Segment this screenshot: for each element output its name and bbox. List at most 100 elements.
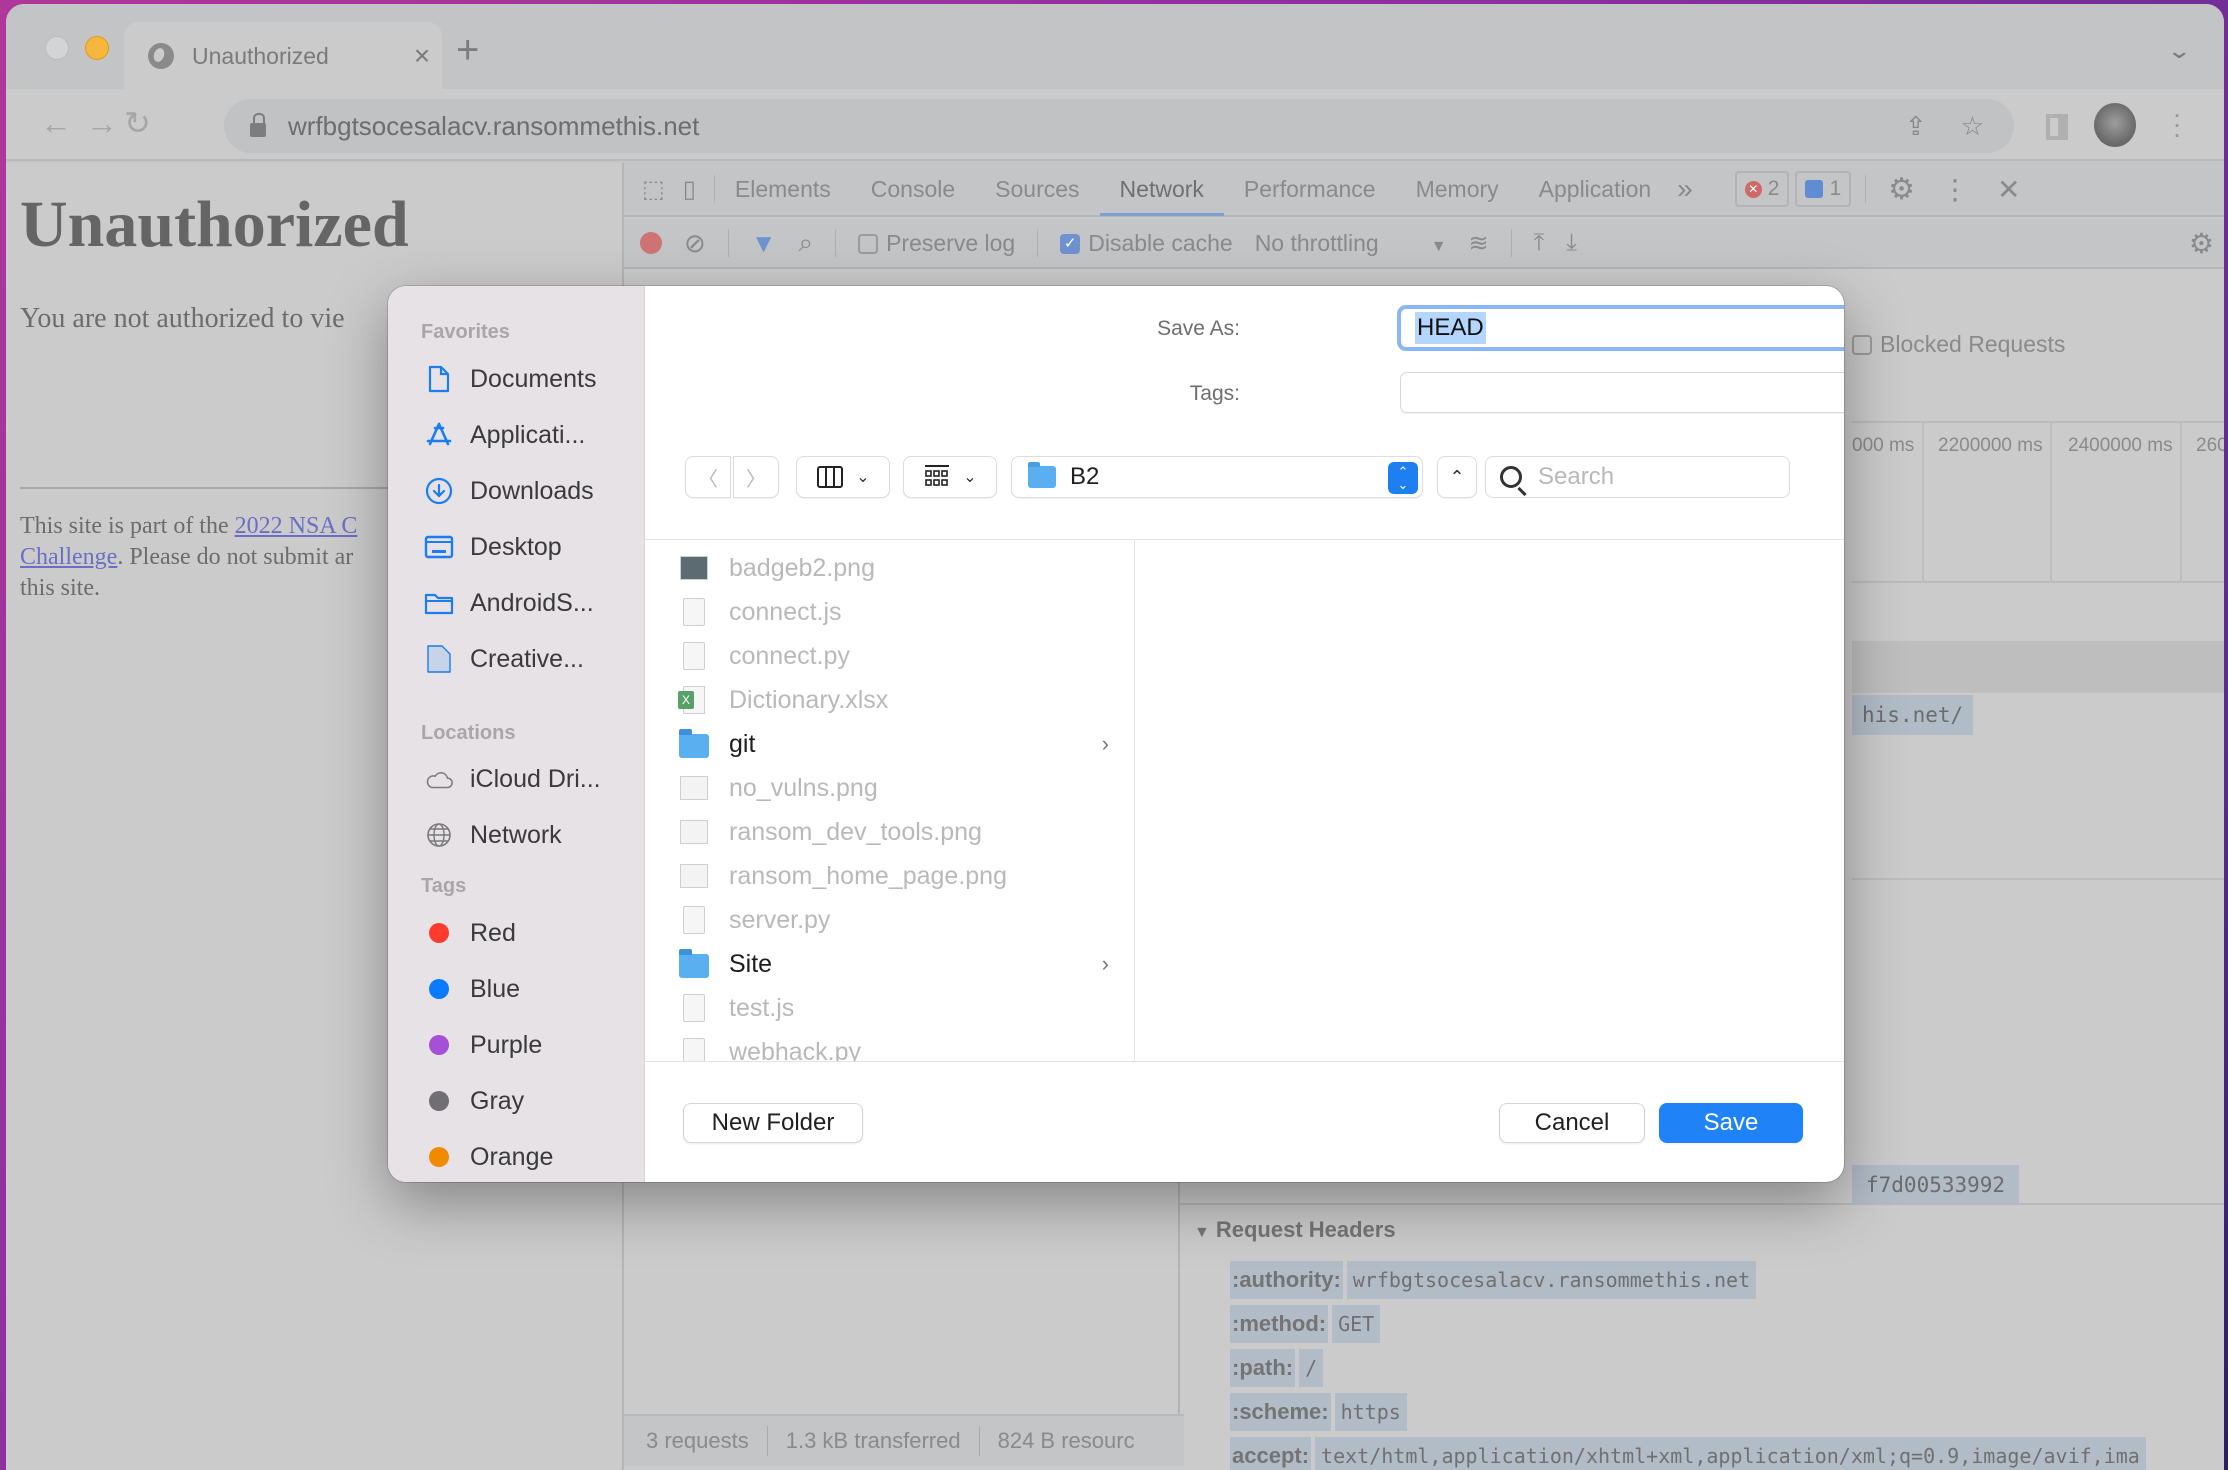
file-item[interactable]: Dictionary.xlsx <box>678 678 1109 722</box>
resource-size: 824 B resourc <box>997 1428 1135 1453</box>
sidebar-tag-purple[interactable]: Purple <box>424 1025 542 1065</box>
search-icon <box>1500 466 1522 488</box>
import-har-icon[interactable]: ⤒ <box>1534 229 1545 257</box>
sidebar-item-creative[interactable]: Creative... <box>424 639 584 679</box>
more-tabs-icon[interactable]: » <box>1677 173 1693 205</box>
sidebar-item-documents[interactable]: Documents <box>424 359 596 399</box>
tab-strip: Unauthorized × + ⌄ <box>6 4 2224 90</box>
side-panel-icon[interactable] <box>2046 114 2068 140</box>
address-bar[interactable]: wrfbgtsocesalacv.ransommethis.net ⇪ ☆ <box>224 99 2014 153</box>
new-tab-button[interactable]: + <box>456 30 479 70</box>
file-item[interactable]: badgeb2.png <box>679 546 1109 590</box>
challenge-link[interactable]: 2022 NSA C <box>235 513 358 539</box>
browser-tab[interactable]: Unauthorized × <box>124 22 442 90</box>
sidebar-item-downloads[interactable]: Downloads <box>424 471 594 511</box>
settings-gear-icon[interactable]: ⚙ <box>1888 172 1915 207</box>
footer-mid: . Please do not submit ar <box>117 544 354 570</box>
error-count-badge[interactable]: ✕ 2 <box>1734 171 1790 207</box>
sidebar-item-icloud[interactable]: iCloud Dri... <box>424 759 601 799</box>
globe-icon <box>148 43 174 69</box>
device-toolbar-icon[interactable]: ▯ <box>683 175 696 204</box>
tab-search-icon[interactable]: ⌄ <box>2166 38 2192 64</box>
browser-menu-icon[interactable]: · · · <box>2172 100 2182 148</box>
share-icon[interactable]: ⇪ <box>1905 111 1927 142</box>
file-item[interactable]: connect.py <box>679 634 1109 678</box>
network-settings-icon[interactable]: ⚙ <box>2189 227 2214 260</box>
timeline-overview[interactable]: 000 ms 2200000 ms 2400000 ms 260 <box>1852 421 2224 583</box>
file-item[interactable]: test.js <box>679 986 1109 1030</box>
devtools-menu-icon[interactable]: ⋮ <box>1941 173 1969 206</box>
tab-memory[interactable]: Memory <box>1396 162 1519 216</box>
window-close-button[interactable] <box>45 36 69 60</box>
locations-header: Locations <box>421 722 516 744</box>
sidebar-tag-orange[interactable]: Orange <box>424 1137 553 1177</box>
divider <box>1865 175 1867 203</box>
tab-elements[interactable]: Elements <box>715 162 851 216</box>
filter-icon[interactable]: ▼ <box>751 228 777 259</box>
pane-divider[interactable] <box>1178 1163 1180 1454</box>
sidebar-item-desktop[interactable]: Desktop <box>424 527 562 567</box>
forward-button[interactable]: → <box>86 107 118 139</box>
dialog-sidebar: Favorites Documents Applicati... Downloa… <box>388 286 645 1182</box>
network-conditions-icon[interactable]: ≋ <box>1469 229 1489 258</box>
bookmark-star-icon[interactable]: ☆ <box>1961 111 1984 142</box>
profile-avatar[interactable] <box>2094 103 2136 147</box>
nav-forward-button[interactable]: 〉 <box>733 456 779 498</box>
tab-network[interactable]: Network <box>1099 162 1225 216</box>
record-button[interactable] <box>640 232 662 254</box>
file-item[interactable]: ransom_home_page.png <box>679 854 1109 898</box>
tab-application[interactable]: Application <box>1519 162 1672 216</box>
tab-close-icon[interactable]: × <box>402 40 442 72</box>
folder-item-git[interactable]: git › <box>679 722 1109 766</box>
search-icon[interactable]: ⌕ <box>799 227 814 259</box>
reload-button[interactable]: ↻ <box>124 107 151 139</box>
new-folder-button[interactable]: New Folder <box>683 1103 863 1143</box>
file-item[interactable]: ransom_dev_tools.png <box>679 810 1109 854</box>
js-file-icon <box>679 597 709 627</box>
file-item[interactable]: connect.js <box>679 590 1109 634</box>
challenge-link-cont[interactable]: Challenge <box>20 544 117 570</box>
sidebar-tag-red[interactable]: Red <box>424 913 516 953</box>
throttling-select[interactable]: No throttling ▼ <box>1255 230 1447 257</box>
sidebar-item-label: AndroidS... <box>470 588 594 617</box>
tab-sources[interactable]: Sources <box>975 162 1099 216</box>
disable-cache-checkbox[interactable]: ✓ Disable cache <box>1060 230 1233 257</box>
close-devtools-icon[interactable]: ✕ <box>1997 173 2020 206</box>
file-item[interactable]: server.py <box>679 898 1109 942</box>
sidebar-item-label: Desktop <box>470 532 562 561</box>
save-button[interactable]: Save <box>1659 1103 1803 1143</box>
file-item[interactable]: no_vulns.png <box>679 766 1109 810</box>
group-by-button[interactable]: ⌄ <box>903 456 997 498</box>
expand-collapse-button[interactable]: ⌃ <box>1437 456 1477 498</box>
back-button[interactable]: ← <box>40 107 72 139</box>
sidebar-item-applications[interactable]: Applicati... <box>424 415 585 455</box>
sidebar-tag-gray[interactable]: Gray <box>424 1081 524 1121</box>
divider <box>766 1426 768 1456</box>
sidebar-tag-blue[interactable]: Blue <box>424 969 520 1009</box>
message-count-badge[interactable]: 1 <box>1795 171 1852 207</box>
location-popup[interactable]: B2 ⌃ ⌄ <box>1011 456 1423 498</box>
clear-icon[interactable]: ⊘ <box>684 228 706 259</box>
window-minimize-button[interactable] <box>85 36 109 60</box>
tab-performance[interactable]: Performance <box>1224 162 1396 216</box>
js-file-icon <box>679 993 709 1023</box>
preserve-log-checkbox[interactable]: Preserve log <box>858 230 1015 257</box>
inspect-element-icon[interactable]: ⬚ <box>642 175 665 204</box>
tags-input[interactable] <box>1400 372 1844 413</box>
sidebar-item-network[interactable]: Network <box>424 815 562 855</box>
save-as-input[interactable]: HEAD <box>1397 305 1844 351</box>
cloud-icon <box>424 764 454 794</box>
view-mode-button[interactable]: ⌄ <box>796 456 890 498</box>
export-har-icon[interactable]: ⤓ <box>1566 229 1577 257</box>
search-input[interactable]: Search <box>1485 456 1790 498</box>
checkmark-icon: ✓ <box>1060 234 1081 255</box>
tab-console[interactable]: Console <box>851 162 975 216</box>
file-item[interactable]: webhack.py <box>679 1030 1109 1061</box>
nav-back-button[interactable]: 〈 <box>685 456 731 498</box>
folder-item-site[interactable]: Site › <box>679 942 1109 986</box>
blocked-requests-checkbox[interactable]: Blocked Requests <box>1852 331 2065 358</box>
divider <box>727 229 729 257</box>
request-headers-toggle[interactable]: ▼ Request Headers <box>1194 1217 1396 1243</box>
sidebar-item-androidstudio[interactable]: AndroidS... <box>424 583 594 623</box>
cancel-button[interactable]: Cancel <box>1499 1103 1645 1143</box>
